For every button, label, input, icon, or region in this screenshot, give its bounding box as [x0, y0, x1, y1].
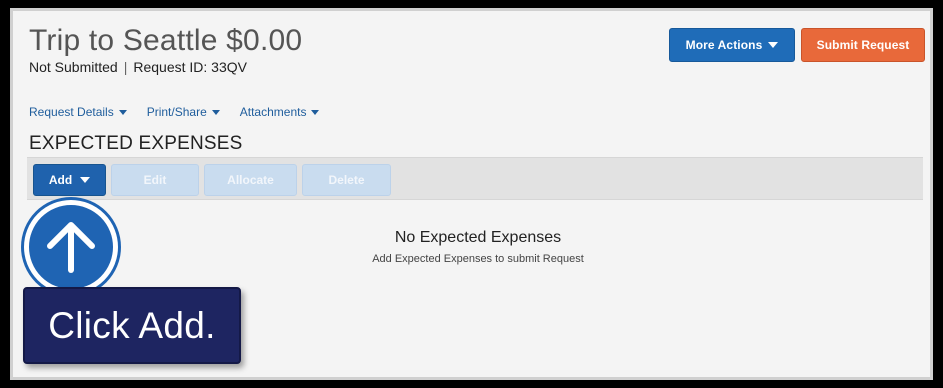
callout-text: Click Add.	[48, 304, 216, 346]
section-title: EXPECTED EXPENSES	[29, 133, 243, 154]
instruction-callout: Click Add.	[23, 287, 241, 364]
request-menu-links: Request Details Print/Share Attachments	[29, 105, 320, 119]
add-label: Add	[48, 173, 73, 187]
expenses-toolbar: Add Edit Allocate Delete	[27, 157, 923, 200]
request-id: Request ID: 33QV	[133, 59, 247, 75]
submit-request-label: Submit Request	[816, 38, 910, 52]
add-button[interactable]: Add	[33, 164, 106, 196]
request-meta: Not Submitted | Request ID: 33QV	[29, 59, 302, 75]
empty-state-title: No Expected Expenses	[394, 229, 562, 246]
app-window: Trip to Seattle $0.00 Not Submitted | Re…	[10, 8, 933, 380]
attachments-menu[interactable]: Attachments	[240, 105, 320, 119]
delete-button[interactable]: Delete	[302, 164, 391, 196]
chevron-down-icon	[80, 177, 91, 183]
print-share-menu[interactable]: Print/Share	[147, 105, 220, 119]
chevron-down-icon	[211, 109, 220, 115]
chevron-down-icon	[768, 42, 779, 48]
arrow-up-glyph	[47, 222, 95, 273]
empty-state-subtitle: Add Expected Expenses to submit Request	[372, 253, 584, 265]
request-details-menu[interactable]: Request Details	[29, 105, 127, 119]
print-share-label: Print/Share	[146, 105, 207, 119]
attachments-label: Attachments	[239, 105, 307, 119]
allocate-button[interactable]: Allocate	[204, 164, 297, 196]
submit-request-button[interactable]: Submit Request	[801, 28, 925, 62]
more-actions-button[interactable]: More Actions	[669, 28, 795, 62]
page-title: Trip to Seattle $0.00	[29, 24, 303, 57]
request-header: Trip to Seattle $0.00 Not Submitted | Re…	[29, 24, 303, 76]
more-actions-label: More Actions	[685, 38, 763, 52]
chevron-down-icon	[118, 109, 127, 115]
empty-state: No Expected Expenses Add Expected Expens…	[343, 229, 613, 265]
chevron-down-icon	[311, 109, 320, 115]
meta-separator: |	[123, 59, 128, 75]
arrow-up-icon	[24, 200, 118, 294]
edit-button[interactable]: Edit	[111, 164, 199, 196]
status-text: Not Submitted	[29, 59, 118, 75]
request-details-label: Request Details	[29, 105, 114, 119]
